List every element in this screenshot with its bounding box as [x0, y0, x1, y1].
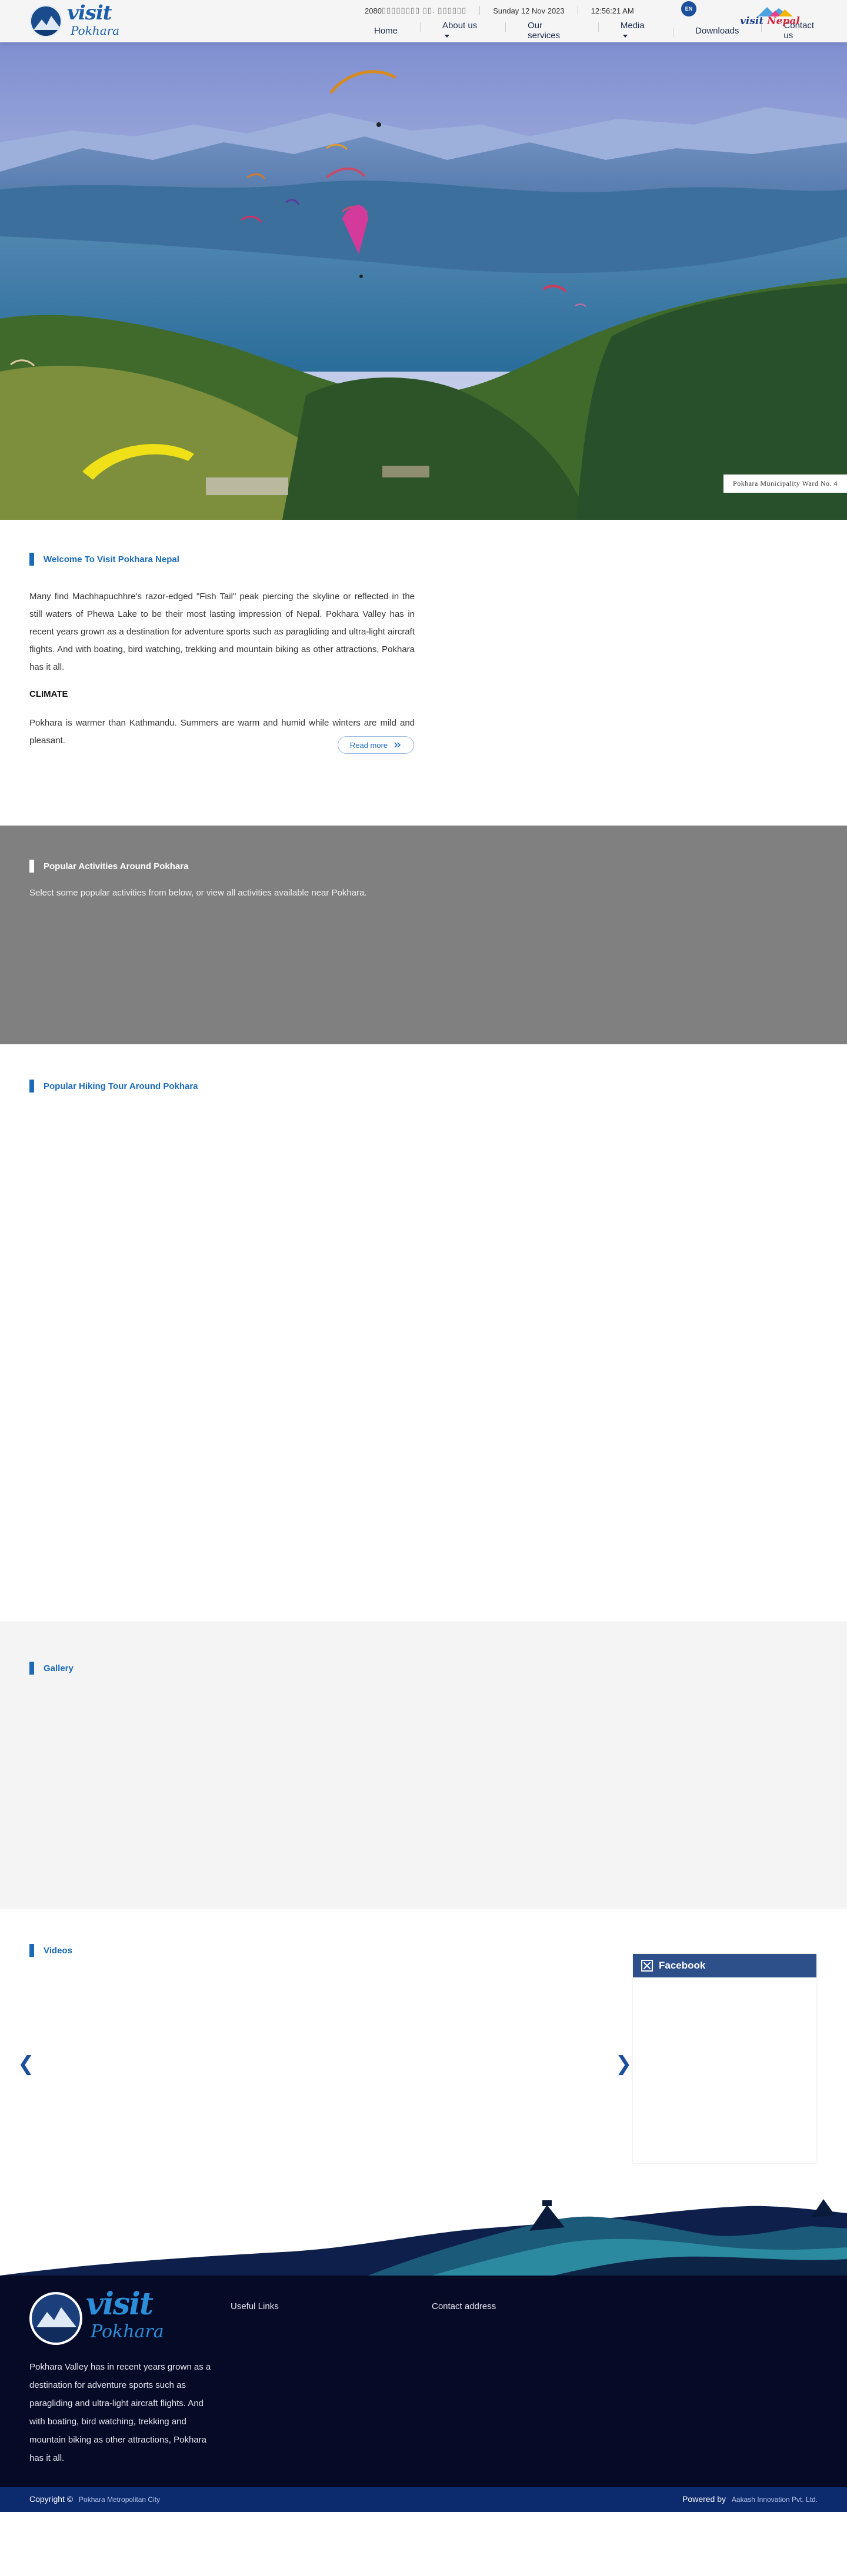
- double-chevron-right-icon: [394, 742, 401, 748]
- videos-heading: Videos: [29, 1944, 72, 1957]
- logo-word-pokhara: Pokhara: [71, 24, 120, 38]
- nepali-date-glyphs: ▯▯▯▯▯▯▯▯ ▯▯. ▯▯▯▯▯▯: [381, 6, 467, 15]
- activities-subtitle: Select some popular activities from belo…: [29, 888, 367, 898]
- visit-pokhara-logo[interactable]: visit Pokhara: [29, 1, 120, 39]
- hero-landscape-image: [0, 42, 847, 520]
- footer-logo[interactable]: visit Pokhara: [29, 2286, 171, 2351]
- visit-nepal-logo[interactable]: visit Nepal: [740, 6, 805, 35]
- current-time: 12:56:21 AM: [591, 6, 634, 15]
- heading-accent-bar: [29, 860, 34, 873]
- nav-media[interactable]: Media: [598, 21, 673, 41]
- logo-emblem: [29, 5, 62, 38]
- hiking-heading: Popular Hiking Tour Around Pokhara: [29, 1080, 198, 1092]
- gallery-heading: Gallery: [29, 1662, 74, 1675]
- facebook-widget: Facebook: [633, 1954, 816, 2163]
- welcome-paragraph: Many find Machhapuchhre's razor-edged "F…: [29, 592, 415, 672]
- nav-media-label: Media: [620, 21, 645, 31]
- site-footer: visit Pokhara Pokhara Valley has in rece…: [0, 2276, 847, 2487]
- welcome-title: Welcome To Visit Pokhara Nepal: [44, 554, 179, 564]
- logo-word-visit: visit: [67, 1, 112, 25]
- useful-links-title: Useful Links: [231, 2301, 279, 2311]
- site-header: visit Pokhara 2080 ▯▯▯▯▯▯▯▯ ▯▯. ▯▯▯▯▯▯ S…: [0, 0, 847, 42]
- powered-by-text: Powered by Aakash Innovation Pvt. Ltd.: [682, 2494, 818, 2504]
- facebook-widget-header: Facebook: [633, 1954, 816, 1977]
- footer-mountain-silhouette: [0, 2199, 847, 2281]
- welcome-heading: Welcome To Visit Pokhara Nepal: [29, 553, 179, 566]
- hero-caption: Pokhara Municipality Ward No. 4: [723, 475, 847, 493]
- copyright-text: Copyright © Pokhara Metropolitan City: [29, 2494, 160, 2504]
- heading-accent-bar: [29, 1080, 34, 1092]
- copyright-bar: Copyright © Pokhara Metropolitan City Po…: [0, 2487, 847, 2512]
- language-toggle-button[interactable]: EN: [681, 1, 696, 16]
- climate-title: CLIMATE: [29, 689, 68, 699]
- copyright-label: Copyright ©: [29, 2494, 74, 2504]
- nav-home[interactable]: Home: [365, 26, 420, 36]
- footer-logo-word-visit: visit: [86, 2286, 154, 2322]
- heading-accent-bar: [29, 1944, 34, 1957]
- chevron-left-icon[interactable]: ❮: [18, 2052, 35, 2076]
- nav-our-services[interactable]: Our services: [505, 21, 598, 41]
- visit-nepal-word2: Nepal: [767, 15, 800, 27]
- footer-logo-emblem: [29, 2292, 82, 2345]
- visit-nepal-text: visit Nepal: [740, 15, 800, 27]
- activities-title: Popular Activities Around Pokhara: [44, 861, 189, 871]
- nav-downloads-label: Downloads: [695, 25, 739, 36]
- heading-accent-bar: [29, 553, 34, 566]
- videos-title: Videos: [44, 1945, 72, 1956]
- caret-down-icon: [622, 34, 628, 38]
- gallery-title: Gallery: [44, 1663, 74, 1673]
- heading-accent-bar: [29, 1662, 34, 1675]
- contact-address-title: Contact address: [432, 2301, 496, 2311]
- read-more-button[interactable]: Read more: [338, 736, 414, 754]
- nepali-date: 2080: [365, 6, 382, 15]
- gallery-section: Gallery: [0, 1621, 847, 1909]
- top-info-bar: 2080 ▯▯▯▯▯▯▯▯ ▯▯. ▯▯▯▯▯▯ Sunday 12 Nov 2…: [365, 5, 634, 16]
- caret-down-icon: [445, 34, 450, 38]
- activities-section: Popular Activities Around Pokhara Select…: [0, 826, 847, 1044]
- activities-heading: Popular Activities Around Pokhara: [29, 860, 188, 873]
- nav-services-label: Our services: [528, 21, 561, 41]
- visit-nepal-word1: visit: [740, 15, 764, 27]
- chevron-right-icon[interactable]: ❯: [615, 2052, 632, 2076]
- facebook-icon: [641, 1960, 653, 1972]
- divider: [479, 6, 481, 15]
- nav-home-label: Home: [374, 25, 398, 36]
- nav-about-us[interactable]: About us: [420, 21, 505, 41]
- footer-description: Pokhara Valley has in recent years grown…: [29, 2362, 211, 2463]
- footer-logo-word-pokhara: Pokhara: [91, 2321, 164, 2342]
- current-date: Sunday 12 Nov 2023: [493, 6, 565, 15]
- powered-by-link[interactable]: Aakash Innovation Pvt. Ltd.: [732, 2495, 818, 2504]
- facebook-title: Facebook: [659, 1960, 706, 1971]
- copyright-owner-link[interactable]: Pokhara Metropolitan City: [79, 2495, 160, 2504]
- read-more-label: Read more: [349, 740, 388, 750]
- powered-by-label: Powered by: [682, 2494, 726, 2504]
- nav-about-label: About us: [442, 21, 478, 31]
- hiking-title: Popular Hiking Tour Around Pokhara: [44, 1081, 198, 1091]
- hero-banner: Pokhara Municipality Ward No. 4: [0, 42, 847, 520]
